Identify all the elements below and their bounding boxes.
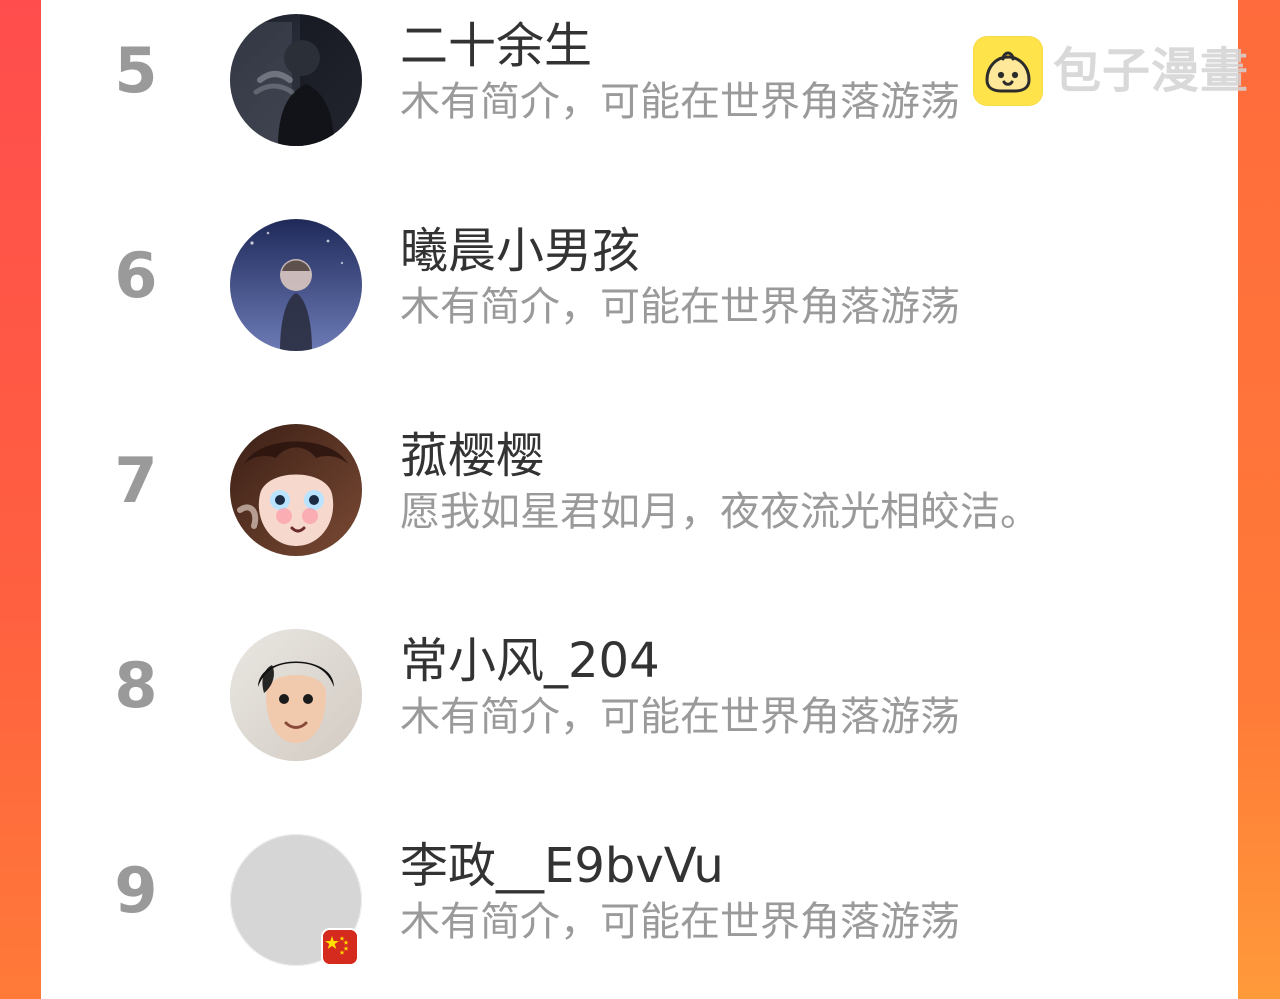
user-bio: 愿我如星君如月，夜夜流光相皎洁。 bbox=[400, 489, 1040, 535]
username[interactable]: 曦晨小男孩 bbox=[400, 227, 640, 275]
user-avatar[interactable] bbox=[230, 424, 362, 556]
rank-number: 7 bbox=[114, 444, 158, 517]
username[interactable]: 李政__E9bvVu bbox=[400, 842, 724, 890]
username[interactable]: 常小风_204 bbox=[400, 637, 660, 685]
user-bio: 木有简介，可能在世界角落游荡 bbox=[400, 694, 960, 740]
user-avatar[interactable] bbox=[230, 629, 362, 761]
username[interactable]: 菰樱樱 bbox=[400, 432, 544, 480]
user-bio: 木有简介，可能在世界角落游荡 bbox=[400, 284, 960, 330]
left-gradient-border bbox=[0, 0, 41, 999]
leaderboard-row[interactable]: 6 曦晨小男孩 木有简介，可能在世界角落游荡 bbox=[41, 205, 1238, 355]
user-avatar[interactable] bbox=[230, 219, 362, 351]
rank-number: 6 bbox=[114, 239, 158, 312]
rank-number: 5 bbox=[114, 34, 158, 107]
baozi-icon bbox=[973, 36, 1043, 106]
user-bio: 木有简介，可能在世界角落游荡 bbox=[400, 79, 960, 125]
watermark-text: 包子漫畫 bbox=[1053, 43, 1250, 99]
right-gradient-border bbox=[1238, 0, 1280, 999]
username[interactable]: 二十余生 bbox=[400, 22, 592, 70]
site-watermark: 包子漫畫 bbox=[973, 35, 1249, 107]
leaderboard-row[interactable]: 9 李政__E9bvVu 木有简介，可能在世界角落游荡 bbox=[41, 820, 1238, 970]
leaderboard-row[interactable]: 8 常小风_204 木有简介，可能在世界角落游荡 bbox=[41, 615, 1238, 765]
rank-number: 8 bbox=[114, 649, 158, 722]
leaderboard-row[interactable]: 7 菰樱樱 愿我如星君如月，夜夜流光相皎洁。 bbox=[41, 410, 1238, 560]
user-bio: 木有简介，可能在世界角落游荡 bbox=[400, 899, 960, 945]
leaderboard-panel: 5 二十余生 木有简介，可能在世界角落游荡 6 曦晨小男孩 木有简介，可能在世界… bbox=[41, 0, 1238, 999]
china-flag-icon bbox=[323, 930, 357, 964]
rank-number: 9 bbox=[114, 854, 158, 927]
user-avatar[interactable] bbox=[230, 14, 362, 146]
